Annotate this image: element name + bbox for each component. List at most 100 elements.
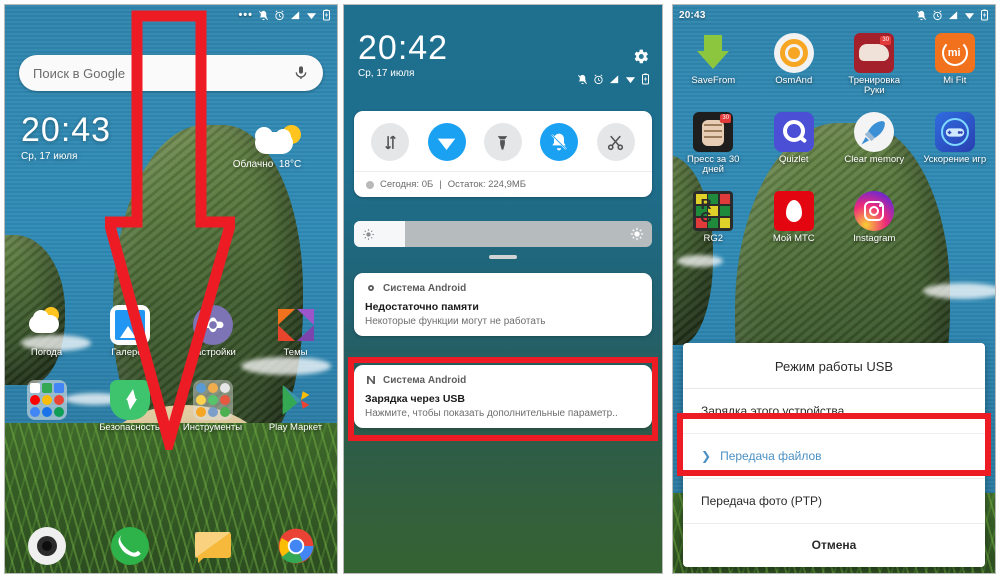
weather-app-icon bbox=[27, 305, 67, 345]
brightness-high-icon bbox=[630, 227, 644, 241]
bell-off-icon bbox=[551, 133, 568, 151]
app-label: Инструменты bbox=[182, 422, 243, 433]
app-row-1: SaveFrom OsmAnd 30 Тренировка Руки mi Mi… bbox=[673, 33, 995, 96]
weather-condition: Облачно bbox=[232, 159, 274, 170]
android-system-icon bbox=[368, 285, 374, 291]
weather-widget[interactable]: Облачно 18°C bbox=[207, 123, 327, 170]
tools-folder-icon bbox=[192, 380, 233, 420]
rocket-icon bbox=[854, 112, 895, 152]
data-usage-separator: | bbox=[439, 179, 442, 190]
rubik-cube-icon: RG bbox=[693, 191, 734, 231]
app-gallery[interactable]: Галерея bbox=[93, 305, 167, 358]
arm-workout-icon: 30 bbox=[854, 33, 895, 73]
quizlet-icon bbox=[773, 112, 814, 152]
settings-gear-icon[interactable] bbox=[631, 47, 650, 66]
screenshot-toggle[interactable] bbox=[596, 123, 635, 161]
app-mts[interactable]: Мой МТС bbox=[757, 191, 831, 244]
weather-temperature: 18°C bbox=[278, 159, 302, 170]
battery-charging-icon bbox=[642, 73, 649, 85]
app-label: Play Маркет bbox=[268, 422, 323, 433]
app-savefrom[interactable]: SaveFrom bbox=[676, 33, 750, 96]
app-label: Безопасность bbox=[99, 422, 160, 433]
home-app-grid: Погода Галерея Настройки Темы Безопаснос… bbox=[5, 305, 337, 441]
notification-app-name: Система Android bbox=[383, 282, 467, 294]
app-play-store[interactable]: Play Маркет bbox=[259, 380, 333, 433]
notification-body: Некоторые функции могут не работать bbox=[365, 316, 546, 327]
app-row-1: Погода Галерея Настройки Темы bbox=[5, 305, 337, 358]
app-mi-fit[interactable]: mi Mi Fit bbox=[918, 33, 992, 96]
partly-cloudy-icon bbox=[207, 123, 327, 157]
brightness-slider[interactable] bbox=[354, 221, 652, 247]
app-label: SaveFrom bbox=[691, 75, 736, 86]
app-game-turbo[interactable]: Ускорение игр bbox=[918, 112, 992, 175]
usb-notification-highlight-box bbox=[348, 357, 658, 441]
wifi-toggle[interactable] bbox=[427, 123, 466, 161]
app-folder-google[interactable]: Google bbox=[10, 380, 84, 433]
app-label: Instagram bbox=[853, 233, 896, 244]
app-label: Quizlet bbox=[778, 154, 809, 165]
themes-icon bbox=[276, 305, 316, 345]
flashlight-toggle[interactable] bbox=[483, 123, 522, 161]
shade-drag-handle[interactable] bbox=[489, 255, 517, 259]
statusbar-icons-2 bbox=[577, 73, 650, 85]
mobile-data-toggle[interactable] bbox=[371, 123, 410, 161]
settings-icon bbox=[192, 305, 233, 345]
app-themes[interactable]: Темы bbox=[259, 305, 333, 358]
messages-icon[interactable] bbox=[194, 527, 232, 565]
app-instagram[interactable]: Instagram bbox=[837, 191, 911, 244]
phone-icon[interactable] bbox=[110, 527, 149, 565]
clock-widget-1[interactable]: 20:43 Ср, 17 июля bbox=[21, 113, 111, 162]
app-arm-workout[interactable]: 30 Тренировка Руки bbox=[837, 33, 911, 96]
drawer-app-grid: SaveFrom OsmAnd 30 Тренировка Руки mi Mi… bbox=[673, 33, 995, 252]
mute-bell-icon bbox=[917, 10, 926, 20]
clock-time-1: 20:43 bbox=[21, 111, 112, 149]
app-rg2[interactable]: RG RG2 bbox=[676, 191, 750, 244]
silent-toggle[interactable] bbox=[540, 123, 579, 161]
clock-date-1: Ср, 17 июля bbox=[21, 151, 78, 162]
mic-icon[interactable] bbox=[293, 65, 309, 81]
app-weather[interactable]: Погода bbox=[10, 305, 84, 358]
battery-charging-icon bbox=[323, 9, 330, 21]
dock-1 bbox=[5, 527, 337, 565]
app-row-2: Google Безопасность Инстру bbox=[5, 380, 337, 433]
brightness-low-icon bbox=[363, 228, 374, 240]
data-usage-today: Сегодня: 0Б bbox=[380, 179, 434, 190]
screenshot-stage: ••• Поиск в Google 20:43 Ср, 17 июля Обл… bbox=[0, 0, 1000, 580]
wifi-icon bbox=[625, 76, 636, 83]
app-clear-memory[interactable]: Clear memory bbox=[837, 112, 911, 175]
mts-icon bbox=[773, 191, 814, 231]
notification-low-memory[interactable]: Система Android Недостаточно памяти Неко… bbox=[354, 273, 652, 336]
google-search-bar[interactable]: Поиск в Google bbox=[19, 55, 323, 91]
app-abs-30-days[interactable]: 30 Пресс за 30 дней bbox=[676, 112, 750, 175]
gallery-icon bbox=[109, 305, 150, 345]
app-label: Темы bbox=[283, 347, 308, 358]
app-label: Пресс за 30 дней bbox=[687, 154, 740, 175]
security-shield-icon bbox=[109, 380, 150, 420]
app-quizlet[interactable]: Quizlet bbox=[757, 112, 831, 175]
notification-title: Недостаточно памяти bbox=[365, 301, 479, 313]
app-label: Clear memory bbox=[844, 154, 905, 165]
app-row-2: 30 Пресс за 30 дней Quizlet Clear memory… bbox=[673, 112, 995, 175]
game-turbo-icon bbox=[934, 112, 975, 152]
data-usage-row[interactable]: Сегодня: 0Б | Остаток: 224,9МБ bbox=[354, 171, 652, 197]
app-folder-tools[interactable]: Инструменты bbox=[176, 380, 250, 433]
app-security[interactable]: Безопасность bbox=[93, 380, 167, 433]
app-label: Тренировка Руки bbox=[848, 75, 901, 96]
osmand-icon bbox=[773, 33, 814, 73]
data-usage-dot-icon bbox=[366, 180, 374, 189]
alarm-icon bbox=[933, 10, 942, 20]
camera-icon[interactable] bbox=[27, 527, 66, 565]
mute-bell-icon bbox=[259, 10, 268, 20]
app-settings[interactable]: Настройки bbox=[176, 305, 250, 358]
phone-panel-home: ••• Поиск в Google 20:43 Ср, 17 июля Обл… bbox=[4, 4, 338, 574]
search-input-placeholder[interactable]: Поиск в Google bbox=[33, 66, 125, 81]
app-empty-slot bbox=[918, 191, 992, 244]
dialog-cancel-button[interactable]: Отмена bbox=[683, 524, 985, 567]
app-label: RG2 bbox=[703, 233, 724, 244]
mi-fit-icon: mi bbox=[934, 33, 975, 73]
statusbar-3: 20:43 bbox=[673, 5, 995, 25]
dialog-option-ptp[interactable]: Передача фото (PTP) bbox=[683, 479, 985, 524]
statusbar-icons-1: ••• bbox=[238, 9, 331, 21]
app-osmand[interactable]: OsmAnd bbox=[757, 33, 831, 96]
chrome-icon[interactable] bbox=[277, 527, 315, 565]
